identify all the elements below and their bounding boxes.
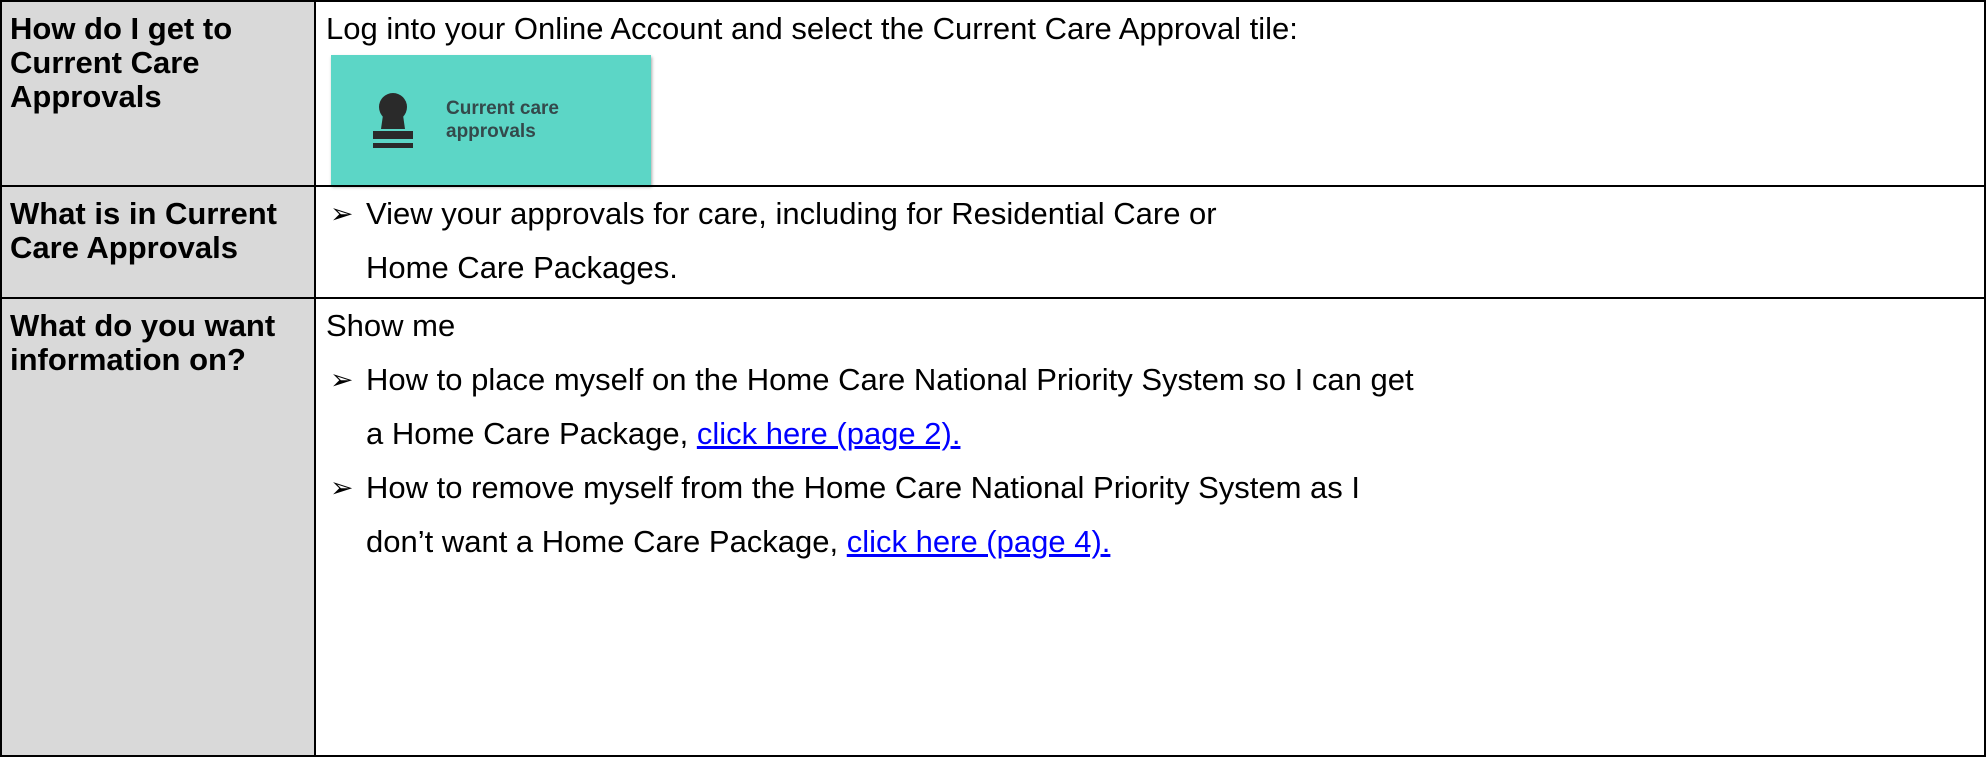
row-header-cell: How do I get to Current Care Approvals: [0, 0, 316, 187]
bullet-line: How to remove myself from the Home Care …: [366, 470, 1361, 505]
row-content-cell: Show me ➢ How to place myself on the Hom…: [314, 297, 1986, 757]
row-header: What is in Current Care Approvals: [10, 196, 277, 265]
row-header-cell: What is in Current Care Approvals: [0, 185, 316, 299]
current-care-approvals-tile[interactable]: Current care approvals: [331, 55, 651, 185]
table-row: What is in Current Care Approvals ➢ View…: [0, 185, 1986, 299]
bullet-line: don’t want a Home Care Package,: [366, 524, 847, 559]
page-2-link[interactable]: click here (page 2).: [697, 416, 961, 451]
info-table: How do I get to Current Care Approvals L…: [0, 0, 1986, 757]
row-header: How do I get to Current Care Approvals: [10, 11, 233, 114]
list-item: ➢ How to place myself on the Home Care N…: [326, 353, 1976, 461]
table-row: How do I get to Current Care Approvals L…: [0, 0, 1986, 187]
list-item: ➢ View your approvals for care, includin…: [316, 187, 1976, 295]
row-content-cell: Log into your Online Account and select …: [314, 0, 1986, 187]
tile-label-line2: approvals: [446, 121, 536, 142]
row-content: ➢ View your approvals for care, includin…: [316, 187, 1984, 295]
tile-label: Current care approvals: [446, 97, 559, 143]
bullet-arrow-icon: ➢: [330, 472, 354, 503]
row-header: What do you want information on?: [10, 308, 276, 377]
row-header-cell: What do you want information on?: [0, 297, 316, 757]
bullet-line: a Home Care Package,: [366, 416, 697, 451]
row-content: Show me ➢ How to place myself on the Hom…: [316, 299, 1984, 569]
page-4-link[interactable]: click here (page 4).: [847, 524, 1111, 559]
list-item: ➢ How to remove myself from the Home Car…: [326, 461, 1976, 569]
tile-label-line1: Current care: [446, 98, 559, 119]
bullet-line: How to place myself on the Home Care Nat…: [366, 362, 1414, 397]
row-content-cell: ➢ View your approvals for care, includin…: [314, 185, 1986, 299]
row-content: Log into your Online Account and select …: [316, 2, 1984, 185]
bullet-line: Home Care Packages.: [366, 250, 678, 285]
table-row: What do you want information on? Show me…: [0, 297, 1986, 757]
bullet-arrow-icon: ➢: [330, 364, 354, 395]
stamp-icon: [373, 93, 413, 148]
bullet-arrow-icon: ➢: [330, 198, 354, 229]
intro-text: Show me: [326, 308, 456, 343]
instruction-text: Log into your Online Account and select …: [326, 11, 1298, 46]
bullet-line: View your approvals for care, including …: [366, 196, 1217, 231]
